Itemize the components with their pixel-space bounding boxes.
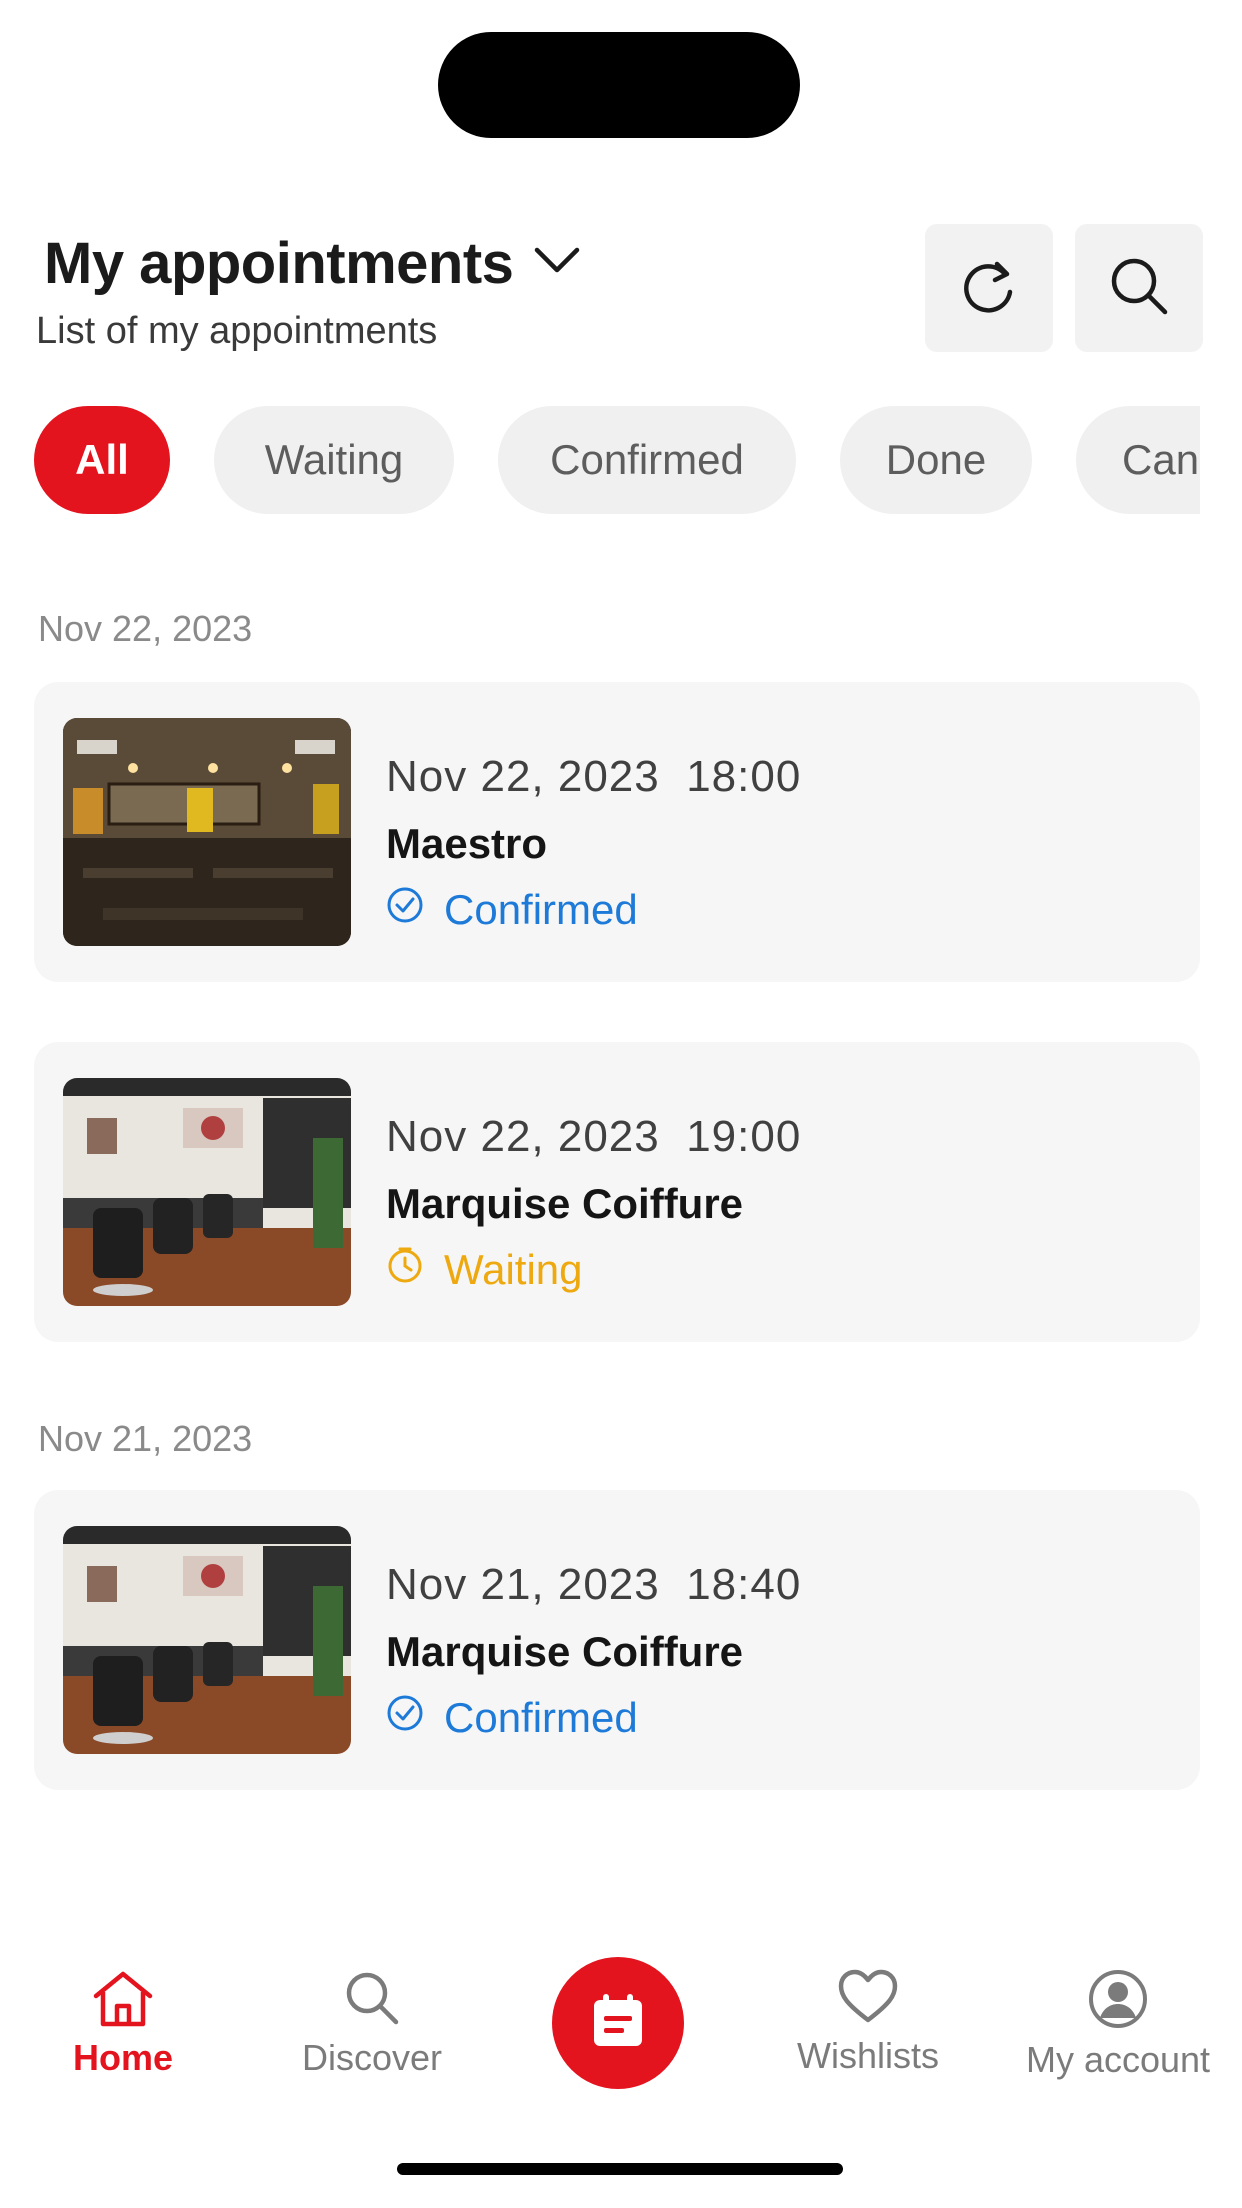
status-label: Confirmed xyxy=(444,1694,638,1741)
status-label: Confirmed xyxy=(444,886,638,933)
appointment-card[interactable]: Nov 22, 2023 18:00 Maestro Confirmed xyxy=(34,682,1200,982)
check-circle-icon xyxy=(386,886,424,934)
tab-home[interactable]: Home xyxy=(13,1968,233,2079)
status-badge: Waiting xyxy=(386,1246,583,1294)
tab-home-label: Home xyxy=(72,2037,174,2078)
clock-icon xyxy=(386,1246,424,1294)
venue-photo xyxy=(63,718,351,946)
tab-discover[interactable]: Discover xyxy=(262,1968,482,2079)
status-filter-bar: All Waiting Confirmed Done Cancelled xyxy=(34,406,1200,516)
home-indicator xyxy=(397,2163,843,2175)
heart-icon xyxy=(837,1969,899,2030)
appointment-datetime: Nov 21, 2023 18:40 xyxy=(386,1560,802,1609)
refresh-button[interactable] xyxy=(925,224,1053,352)
status-label: Waiting xyxy=(444,1246,583,1293)
tab-wishlists[interactable]: Wishlists xyxy=(758,1968,978,2077)
calendar-icon xyxy=(590,1992,646,2055)
tab-wishlists-label: Wishlists xyxy=(797,2035,939,2076)
tab-my-account-label: My account xyxy=(1025,2039,1211,2080)
filter-chip-all[interactable]: All xyxy=(34,406,170,514)
appointment-card[interactable]: Nov 21, 2023 18:40 Marquise Coiffure Con… xyxy=(34,1490,1200,1790)
user-avatar-icon xyxy=(1087,1970,1149,2034)
status-badge: Confirmed xyxy=(386,1694,638,1742)
dynamic-island xyxy=(438,32,800,138)
appointments-fab[interactable] xyxy=(552,1957,684,2089)
refresh-icon xyxy=(959,254,1019,323)
venue-photo xyxy=(63,1526,351,1754)
page-title: My appointments xyxy=(44,230,514,296)
appointment-datetime: Nov 22, 2023 18:00 xyxy=(386,752,802,801)
tab-discover-label: Discover xyxy=(301,2037,443,2078)
home-icon xyxy=(90,1971,156,2032)
appointment-card[interactable]: Nov 22, 2023 19:00 Marquise Coiffure Wai… xyxy=(34,1042,1200,1342)
filter-chip-cancelled[interactable]: Cancelled xyxy=(1076,406,1200,514)
page-title-dropdown[interactable]: My appointments xyxy=(44,228,581,298)
chevron-down-icon xyxy=(533,246,581,281)
filter-chip-confirmed[interactable]: Confirmed xyxy=(498,406,796,514)
check-circle-icon xyxy=(386,1694,424,1742)
date-group-header: Nov 22, 2023 xyxy=(38,608,253,649)
search-button[interactable] xyxy=(1075,224,1203,352)
search-icon xyxy=(342,1972,402,2032)
venue-name: Maestro xyxy=(386,820,548,867)
venue-photo xyxy=(63,1078,351,1306)
appointment-datetime: Nov 22, 2023 19:00 xyxy=(386,1112,802,1161)
page-subtitle: List of my appointments xyxy=(36,310,438,352)
search-icon xyxy=(1107,254,1171,323)
status-badge: Confirmed xyxy=(386,886,638,934)
filter-chip-done[interactable]: Done xyxy=(840,406,1032,514)
filter-chip-waiting[interactable]: Waiting xyxy=(214,406,454,514)
venue-name: Marquise Coiffure xyxy=(386,1180,744,1227)
venue-name: Marquise Coiffure xyxy=(386,1628,744,1675)
tab-my-account[interactable]: My account xyxy=(1006,1968,1230,2081)
date-group-header: Nov 21, 2023 xyxy=(38,1418,253,1459)
